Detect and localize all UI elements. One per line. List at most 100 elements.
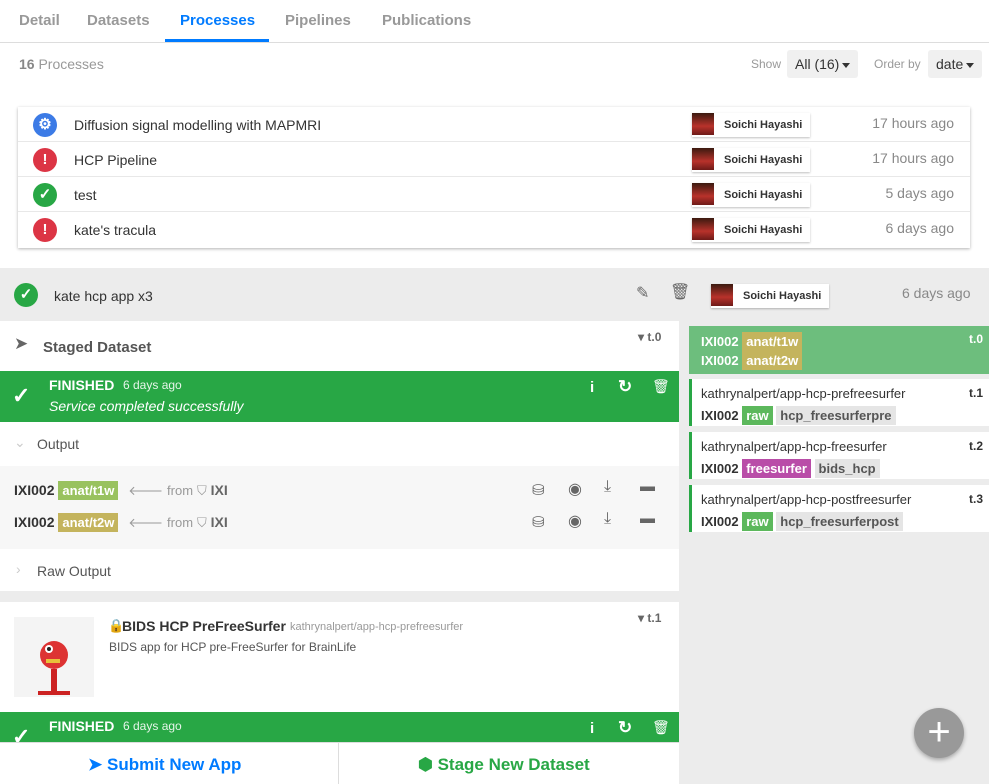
order-dropdown[interactable]: date (928, 50, 983, 78)
task-id: t.1 (968, 386, 983, 400)
refresh-icon[interactable]: ↻ (618, 377, 632, 397)
app-description: BIDS app for HCP pre-FreeSurfer for Brai… (109, 640, 357, 654)
project-link[interactable]: IXI (211, 482, 228, 498)
user-chip: Soichi Hayashi (692, 113, 811, 137)
task-id: t.0 (968, 332, 983, 346)
bottom-action-bar: ➤ Submit New App ⬢ Stage New Dataset (0, 742, 679, 784)
robot-icon (38, 641, 70, 695)
submit-app-button[interactable]: ➤ Submit New App (88, 755, 241, 775)
process-name: test (74, 187, 97, 203)
check-icon: ✓ (12, 383, 31, 408)
pipeline-item[interactable]: kathrynalpert/app-hcp-freesurfer t.2 IXI… (689, 432, 989, 479)
active-tab-indicator (165, 39, 269, 42)
process-row[interactable]: ✓ test Soichi Hayashi 5 days ago (18, 177, 970, 212)
eye-icon[interactable]: ◉ (568, 511, 582, 531)
process-count: 16 Processes (19, 56, 104, 72)
check-icon: ✓ (12, 724, 31, 742)
process-name: Diffusion signal modelling with MAPMRI (74, 117, 322, 133)
selected-process-time: 6 days ago (902, 285, 971, 301)
avatar (692, 148, 714, 170)
tab-publications[interactable]: Publications (382, 12, 471, 29)
avatar (692, 113, 714, 135)
check-icon: ✓ (33, 183, 57, 207)
avatar (692, 183, 714, 205)
download-icon[interactable]: ⤓ (604, 510, 611, 528)
pipeline-app-name: kathrynalpert/app-hcp-prefreesurfer (701, 386, 906, 401)
chevron-down-icon[interactable]: ⌄ (14, 434, 26, 451)
info-icon[interactable]: i (590, 379, 594, 396)
cube-icon: ⬢ (418, 755, 433, 774)
task-id: ▾ t.0 (638, 330, 662, 344)
cubes-icon[interactable]: ⛁ (532, 513, 545, 531)
process-list: ⚙ Diffusion signal modelling with MAPMRI… (18, 107, 970, 248)
pencil-icon[interactable]: ✎ (636, 283, 649, 303)
eye-icon[interactable]: ◉ (568, 479, 582, 499)
avatar (692, 218, 714, 240)
dataset-line: IXI002 anat/t1w (701, 332, 803, 351)
process-time: 17 hours ago (872, 115, 954, 131)
arrow-left-icon: 🡐 (128, 483, 164, 498)
exclamation-icon: ! (33, 218, 57, 242)
project-link[interactable]: IXI (211, 514, 228, 530)
archive-icon[interactable]: ▬ (640, 510, 655, 527)
pipeline-app-name: kathrynalpert/app-hcp-postfreesurfer (701, 492, 912, 507)
trash-icon[interactable]: 🗑 (652, 378, 670, 395)
pipeline-output: IXI002 freesurfer bids_hcp (701, 459, 880, 478)
trash-icon[interactable]: 🗑 (670, 282, 690, 302)
pipeline-item[interactable]: kathrynalpert/app-hcp-prefreesurfer t.1 … (689, 379, 989, 426)
gear-icon: ⚙ (33, 113, 57, 137)
status-bar: ✓ FINISHED 6 days ago Service completed … (0, 371, 679, 422)
add-button[interactable]: + (914, 708, 964, 758)
process-time: 5 days ago (885, 185, 955, 201)
tab-processes[interactable]: Processes (180, 12, 255, 29)
pipeline-item[interactable]: kathrynalpert/app-hcp-postfreesurfer t.3… (689, 485, 989, 532)
tab-pipelines[interactable]: Pipelines (285, 12, 351, 29)
show-dropdown[interactable]: All (16) (787, 50, 859, 78)
tab-detail[interactable]: Detail (19, 12, 60, 29)
output-row: IXI002 anat/t1w 🡐 from ⛉ IXI (14, 481, 228, 500)
app-avatar (14, 617, 94, 697)
check-icon: ✓ (14, 283, 38, 307)
pipeline-item-staged[interactable]: t.0 IXI002 anat/t1w IXI002 anat/t2w (689, 326, 989, 374)
status-message: Service completed successfully (49, 398, 244, 414)
trash-icon[interactable]: 🗑 (652, 719, 670, 736)
archive-icon[interactable]: ▬ (640, 478, 655, 495)
divider (338, 743, 339, 784)
process-name: HCP Pipeline (74, 152, 158, 168)
order-label: Order by (874, 57, 921, 71)
app-name[interactable]: BIDS HCP PreFreeSurfer (122, 618, 286, 634)
stage-dataset-button[interactable]: ⬢ Stage New Dataset (418, 755, 590, 775)
datatype-tag: anat/t2w (58, 513, 119, 532)
process-row[interactable]: ! HCP Pipeline Soichi Hayashi 17 hours a… (18, 142, 970, 177)
selected-process-name[interactable]: kate hcp app x3 (54, 288, 153, 304)
process-row[interactable]: ⚙ Diffusion signal modelling with MAPMRI… (18, 107, 970, 142)
chevron-down-icon (842, 62, 851, 68)
process-row[interactable]: ! kate's tracula Soichi Hayashi 6 days a… (18, 212, 970, 247)
chevron-right-icon[interactable]: › (16, 561, 21, 577)
pipeline-output: IXI002 raw hcp_freesurferpost (701, 512, 903, 531)
tab-datasets[interactable]: Datasets (87, 12, 150, 29)
show-label: Show (751, 57, 782, 71)
cubes-icon[interactable]: ⛁ (532, 481, 545, 499)
process-time: 6 days ago (885, 220, 955, 236)
arrow-left-icon: 🡐 (128, 515, 164, 530)
user-chip: Soichi Hayashi (692, 148, 811, 172)
refresh-icon[interactable]: ↻ (618, 718, 632, 738)
download-icon[interactable]: ⤓ (604, 478, 611, 496)
app-repo: kathrynalpert/app-hcp-prefreesurfer (290, 621, 464, 633)
raw-output-toggle[interactable]: Raw Output (37, 563, 111, 579)
status-time: 6 days ago (123, 378, 182, 392)
chevron-down-icon (966, 62, 975, 68)
output-toggle[interactable]: Output (37, 436, 79, 452)
info-icon[interactable]: i (590, 720, 594, 737)
task-id: t.2 (968, 439, 983, 453)
user-chip: Soichi Hayashi (692, 183, 811, 207)
pipeline-app-name: kathrynalpert/app-hcp-freesurfer (701, 439, 887, 454)
task-id: t.3 (968, 492, 983, 506)
task-id: ▾ t.1 (638, 611, 662, 625)
output-row: IXI002 anat/t2w 🡐 from ⛉ IXI (14, 513, 228, 532)
status-time: 6 days ago (123, 719, 182, 733)
status-label: FINISHED (49, 377, 115, 393)
process-time: 17 hours ago (872, 150, 954, 166)
user-chip: Soichi Hayashi (711, 284, 830, 308)
